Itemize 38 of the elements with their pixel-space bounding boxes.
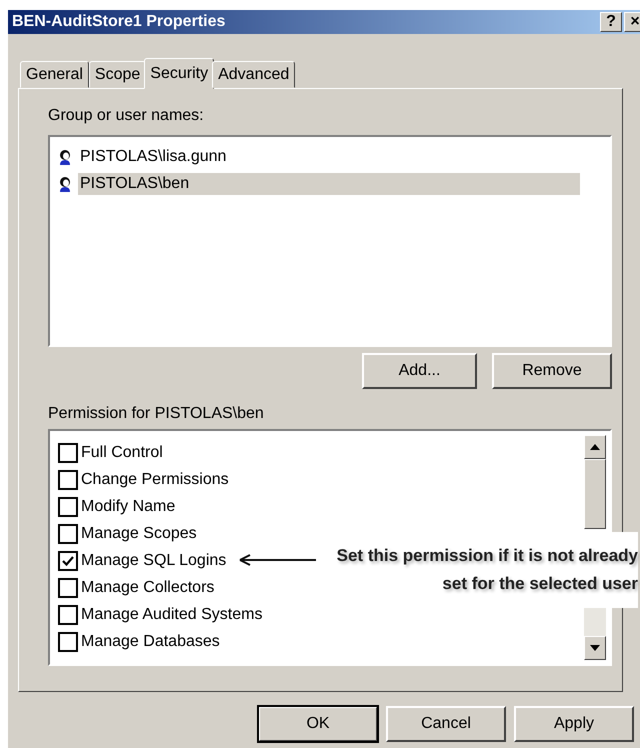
down-arrow-icon xyxy=(590,645,600,651)
user-item[interactable]: PISTOLAS\lisa.gunn xyxy=(78,146,580,168)
permission-label: Manage Databases xyxy=(81,632,220,650)
permission-label: Manage SQL Logins xyxy=(81,552,226,570)
apply-button[interactable]: Apply xyxy=(514,706,634,742)
scroll-up-button[interactable] xyxy=(584,435,606,459)
tab[interactable]: Scope xyxy=(88,61,146,88)
check-icon xyxy=(62,554,74,566)
checkbox[interactable] xyxy=(58,496,78,516)
scroll-thumb[interactable] xyxy=(584,459,606,529)
checkbox[interactable] xyxy=(58,470,78,490)
checkbox[interactable] xyxy=(58,550,78,570)
checkbox[interactable] xyxy=(58,442,78,462)
tab[interactable]: Security xyxy=(144,58,214,89)
checkbox[interactable] xyxy=(58,632,78,652)
user-item[interactable]: PISTOLAS\ben xyxy=(78,172,580,194)
users-label: Group or user names: xyxy=(48,107,205,126)
cancel-button[interactable]: Cancel xyxy=(386,706,506,742)
permission-label: Modify Name xyxy=(81,498,176,516)
permission-label: Change Permissions xyxy=(81,470,229,488)
scroll-down-button[interactable] xyxy=(584,636,606,660)
tab[interactable]: General xyxy=(20,61,89,88)
remove-button[interactable]: Remove xyxy=(492,353,612,389)
permission-label: Full Control xyxy=(81,444,163,462)
add-button[interactable]: Add... xyxy=(362,353,477,389)
permission-label: Manage Scopes xyxy=(81,524,197,542)
checkbox[interactable] xyxy=(58,578,78,598)
permissions-label: Permission for PISTOLAS\ben xyxy=(48,405,265,424)
ok-button[interactable]: OK xyxy=(258,706,378,742)
close-button[interactable]: × xyxy=(624,12,640,32)
window-title: BEN-AuditStore1 Properties xyxy=(12,13,226,31)
permission-label: Manage Audited Systems xyxy=(81,606,262,624)
up-arrow-icon xyxy=(590,444,600,450)
checkbox[interactable] xyxy=(58,604,78,624)
tab[interactable]: Advanced xyxy=(212,61,296,88)
help-button[interactable]: ? xyxy=(600,12,622,32)
permission-label: Manage Collectors xyxy=(81,578,214,596)
checkbox[interactable] xyxy=(58,524,78,544)
